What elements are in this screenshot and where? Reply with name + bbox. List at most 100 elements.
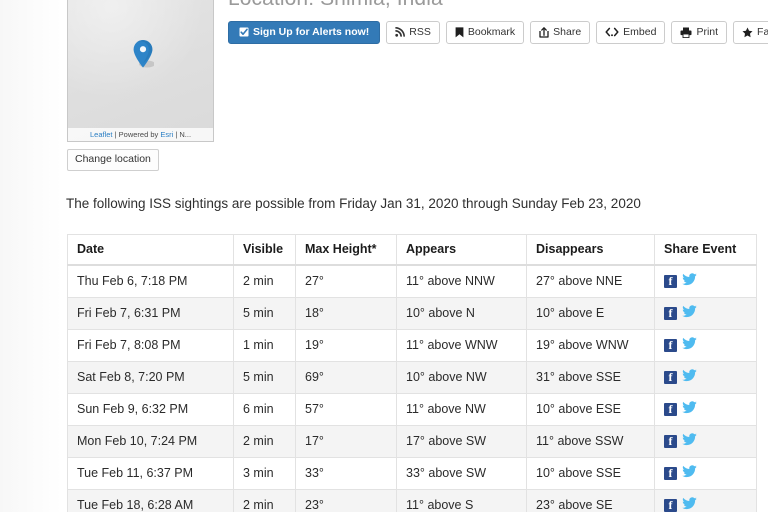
cell-date: Thu Feb 6, 7:18 PM — [67, 265, 234, 298]
share-label: Share — [553, 26, 582, 38]
rss-icon — [395, 27, 406, 37]
attribution-suffix-text: | N... — [173, 130, 192, 139]
cell-disappears: 10° above E — [526, 297, 655, 330]
bookmark-button[interactable]: Bookmark — [445, 21, 525, 44]
twitter-icon[interactable] — [682, 497, 697, 512]
print-button[interactable]: Print — [671, 21, 728, 44]
cell-share-event — [654, 329, 757, 362]
cell-appears: 33° above SW — [396, 457, 527, 490]
checkbox-icon — [239, 27, 249, 37]
column-header-share-event[interactable]: Share Event — [654, 234, 757, 266]
twitter-icon[interactable] — [682, 465, 697, 482]
cell-max-height: 19° — [295, 329, 397, 362]
facebook-icon[interactable] — [664, 306, 677, 320]
cell-visible: 6 min — [233, 393, 296, 426]
action-button-row: Sign Up for Alerts now! RSS Bookmark Sha… — [228, 21, 768, 44]
column-header-date[interactable]: Date — [67, 234, 234, 266]
signup-alerts-label: Sign Up for Alerts now! — [253, 26, 370, 38]
signup-alerts-button[interactable]: Sign Up for Alerts now! — [228, 21, 381, 44]
esri-link[interactable]: Esri — [160, 130, 173, 139]
attribution-mid-text: | Powered by — [112, 130, 161, 139]
map-column: Leaflet | Powered by Esri | N... Change … — [67, 0, 214, 171]
cell-max-height: 17° — [295, 425, 397, 458]
cell-max-height: 69° — [295, 361, 397, 394]
cell-visible: 5 min — [233, 361, 296, 394]
cell-appears: 10° above N — [396, 297, 527, 330]
cell-date: Sat Feb 8, 7:20 PM — [67, 361, 234, 394]
facebook-icon[interactable] — [664, 370, 677, 384]
table-row: Sat Feb 8, 7:20 PM 5 min 69° 10° above NW 31… — [67, 361, 757, 394]
rss-label: RSS — [409, 26, 431, 38]
bookmark-icon — [455, 26, 464, 38]
map-attribution: Leaflet | Powered by Esri | N... — [68, 128, 213, 141]
cell-date: Sun Feb 9, 6:32 PM — [67, 393, 234, 426]
page-title: Location: Shimla, India — [228, 0, 758, 12]
twitter-icon[interactable] — [682, 433, 697, 450]
code-embed-icon — [605, 27, 619, 37]
header-column: Location: Shimla, India Sign Up for Aler… — [228, 0, 768, 44]
table-row: Tue Feb 18, 6:28 AM 2 min 23° 11° above S 23… — [67, 489, 757, 512]
cell-share-event — [654, 361, 757, 394]
sightings-table-wrapper: Date Visible Max Height* Appears Disappe… — [67, 234, 757, 512]
cell-date: Fri Feb 7, 6:31 PM — [67, 297, 234, 330]
facebook-icon[interactable] — [664, 274, 677, 288]
twitter-bird — [682, 401, 697, 414]
table-row: Fri Feb 7, 6:31 PM 5 min 18° 10° above N 10°… — [67, 297, 757, 330]
table-header-row: Date Visible Max Height* Appears Disappe… — [67, 234, 757, 266]
cell-share-event — [654, 457, 757, 490]
map-pin-icon — [132, 39, 154, 69]
cell-date: Tue Feb 11, 6:37 PM — [67, 457, 234, 490]
facebook-icon[interactable] — [664, 434, 677, 448]
twitter-icon[interactable] — [682, 273, 697, 290]
rss-button[interactable]: RSS — [386, 21, 440, 44]
cell-disappears: 10° above SSE — [526, 457, 655, 490]
twitter-icon[interactable] — [682, 305, 697, 322]
cell-appears: 17° above SW — [396, 425, 527, 458]
column-header-disappears[interactable]: Disappears — [526, 234, 655, 266]
facebook-icon[interactable] — [664, 466, 677, 480]
twitter-icon[interactable] — [682, 337, 697, 354]
favorite-label: Favorite — [757, 26, 768, 38]
twitter-bird — [682, 273, 697, 286]
cell-appears: 10° above NW — [396, 361, 527, 394]
cell-disappears: 23° above SE — [526, 489, 655, 512]
column-header-appears[interactable]: Appears — [396, 234, 527, 266]
cell-disappears: 11° above SSW — [526, 425, 655, 458]
cell-date: Fri Feb 7, 8:08 PM — [67, 329, 234, 362]
cell-visible: 5 min — [233, 297, 296, 330]
cell-max-height: 57° — [295, 393, 397, 426]
cell-share-event — [654, 393, 757, 426]
cell-date: Mon Feb 10, 7:24 PM — [67, 425, 234, 458]
share-button[interactable]: Share — [530, 21, 591, 44]
facebook-icon[interactable] — [664, 498, 677, 512]
print-label: Print — [696, 26, 719, 38]
printer-icon — [680, 27, 692, 38]
change-location-button[interactable]: Change location — [67, 149, 159, 171]
cell-share-event — [654, 425, 757, 458]
twitter-bird — [682, 305, 697, 318]
sightings-table: Date Visible Max Height* Appears Disappe… — [67, 234, 757, 512]
facebook-icon[interactable] — [664, 338, 677, 352]
share-icon — [539, 26, 549, 38]
table-row: Fri Feb 7, 8:08 PM 1 min 19° 11° above WNW 1… — [67, 329, 757, 362]
twitter-icon[interactable] — [682, 401, 697, 418]
favorite-button[interactable]: Favorite — [733, 21, 768, 44]
column-header-visible[interactable]: Visible — [233, 234, 296, 266]
facebook-icon[interactable] — [664, 402, 677, 416]
twitter-bird — [682, 497, 697, 510]
location-map[interactable]: Leaflet | Powered by Esri | N... — [67, 0, 214, 142]
twitter-bird — [682, 369, 697, 382]
cell-disappears: 10° above ESE — [526, 393, 655, 426]
cell-disappears: 19° above WNW — [526, 329, 655, 362]
leaflet-link[interactable]: Leaflet — [90, 130, 113, 139]
column-header-max-height[interactable]: Max Height* — [295, 234, 397, 266]
embed-button[interactable]: Embed — [596, 21, 666, 44]
cell-share-event — [654, 489, 757, 512]
table-row: Thu Feb 6, 7:18 PM 2 min 27° 11° above NNW 2… — [67, 265, 757, 298]
twitter-bird — [682, 465, 697, 478]
cell-visible: 3 min — [233, 457, 296, 490]
twitter-icon[interactable] — [682, 369, 697, 386]
sightings-intro-text: The following ISS sightings are possible… — [66, 196, 641, 211]
cell-max-height: 33° — [295, 457, 397, 490]
cell-share-event — [654, 297, 757, 330]
